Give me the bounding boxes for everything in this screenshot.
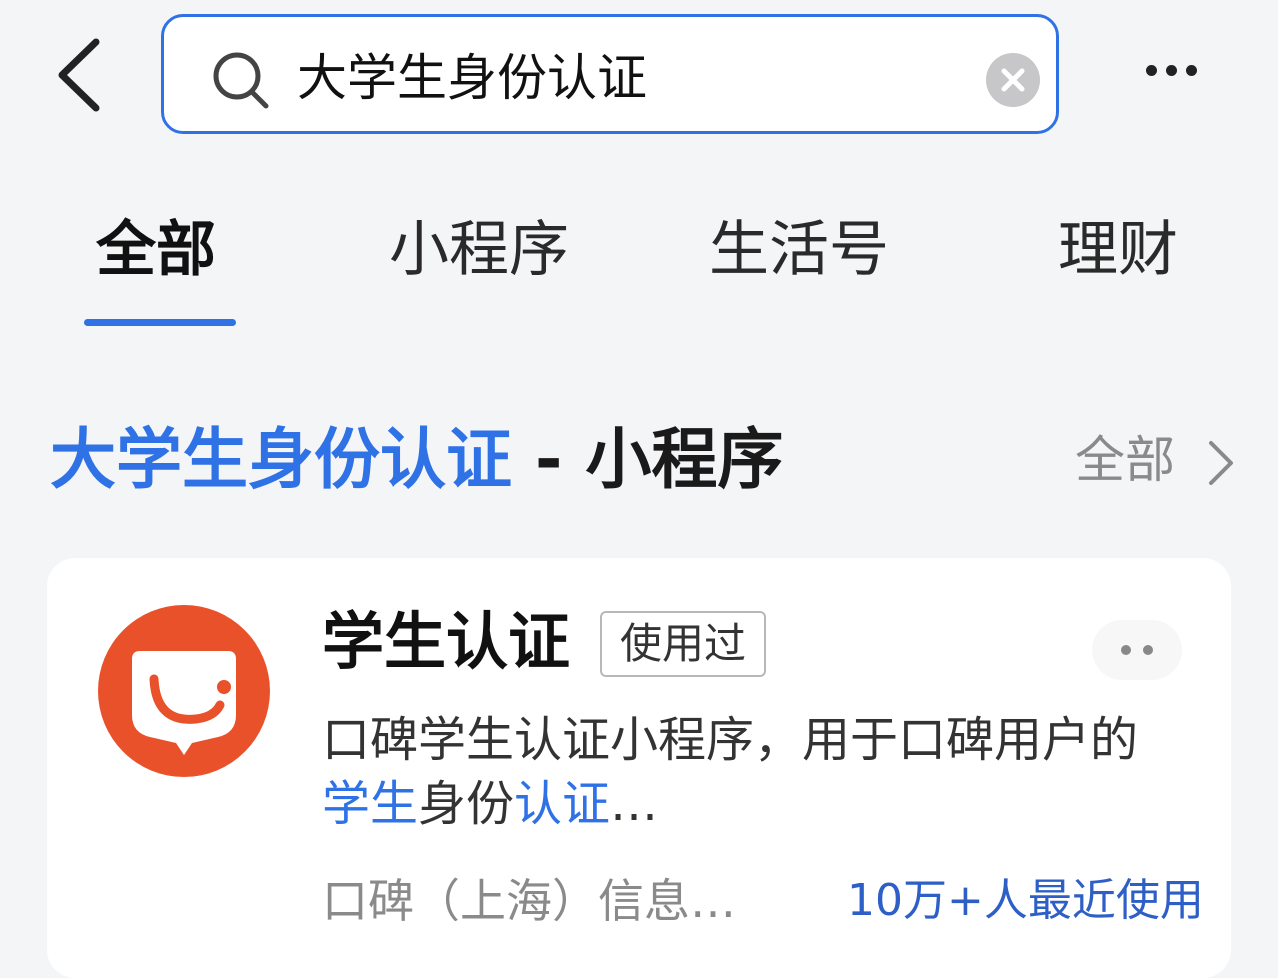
search-icon [213,52,269,109]
top-bar: 大学生身份认证 [0,0,1278,150]
usage-count: 10万+人最近使用 [847,875,1204,926]
desc-keyword: 学生 [322,776,419,832]
clear-search-button[interactable] [986,53,1040,107]
section-title: 大学生身份认证 - 小程序 [50,420,783,500]
clear-icon [1001,68,1025,92]
see-all-link[interactable]: 全部 [1075,428,1245,492]
section-title-category: - 小程序 [512,421,784,498]
section-header: 大学生身份认证 - 小程序 全部 [0,400,1278,520]
tab-life-accounts[interactable]: 生活号 [709,200,889,300]
search-box[interactable]: 大学生身份认证 [161,14,1059,134]
card-more-button[interactable] [1092,620,1182,680]
tab-mini-programs[interactable]: 小程序 [389,200,569,300]
desc-text: 身份 [418,776,515,832]
more-icon [1121,645,1131,655]
active-tab-indicator [84,319,236,326]
desc-text: 口碑学生认证小程序，用于口碑用户的 [322,712,1139,768]
app-description: 口碑学生认证小程序，用于口碑用户的学生身份认证… [322,708,1182,836]
more-icon-dot [1166,65,1177,76]
mini-program-result-card[interactable]: 学生认证 使用过 口碑学生认证小程序，用于口碑用户的学生身份认证… 口碑（上海）… [47,558,1231,978]
desc-keyword: 认证 [514,776,611,832]
chevron-right-icon [1209,441,1233,485]
more-icon-dot [1143,645,1153,655]
app-name[interactable]: 学生认证 [322,602,570,682]
smile-logo-icon[interactable] [96,603,272,779]
chevron-left-icon [58,38,100,112]
section-title-keyword: 大学生身份认证 [50,421,512,498]
see-all-label: 全部 [1075,431,1175,489]
desc-ellipsis: … [610,776,659,832]
search-input[interactable]: 大学生身份认证 [297,43,977,113]
tab-finance[interactable]: 理财 [1058,200,1178,300]
more-icon-dot [1186,65,1197,76]
more-icon [1146,65,1157,76]
tab-all[interactable]: 全部 [96,200,216,300]
more-options-button[interactable] [1140,55,1202,87]
back-button[interactable] [50,30,120,120]
used-badge: 使用过 [600,611,766,677]
category-tabs: 全部 小程序 生活号 理财 [0,190,1278,340]
app-provider: 口碑（上海）信息… [322,874,736,928]
